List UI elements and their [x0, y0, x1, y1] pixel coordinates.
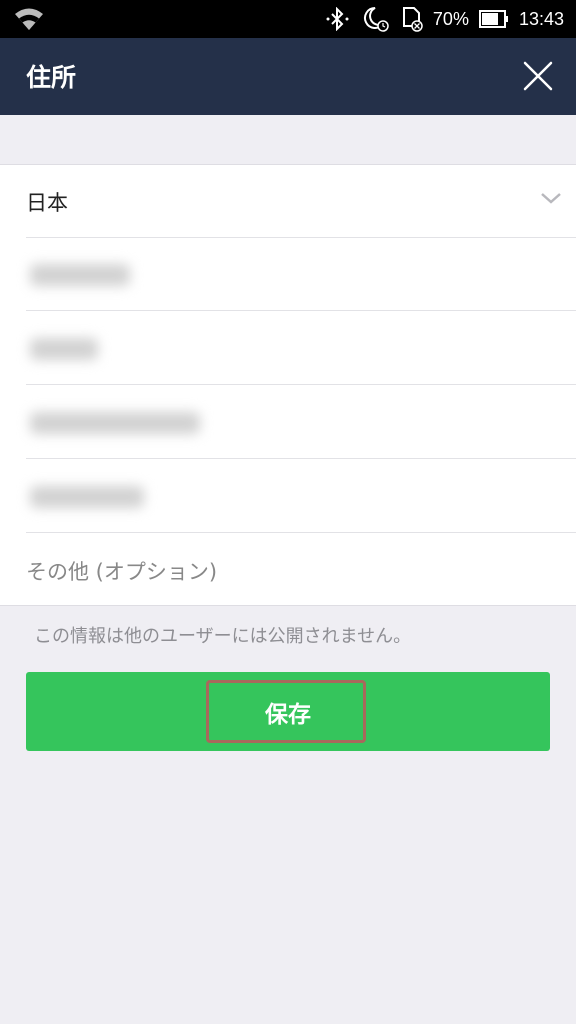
- chevron-down-icon: [541, 193, 561, 204]
- prefecture-field[interactable]: [26, 312, 576, 385]
- redacted-street: [30, 486, 144, 508]
- page-title: 住所: [26, 63, 77, 92]
- sim-card-icon: [402, 7, 423, 32]
- redacted-prefecture: [30, 338, 98, 360]
- battery-icon: [478, 10, 508, 28]
- street-field[interactable]: [26, 460, 576, 533]
- save-button[interactable]: 保存: [26, 672, 550, 751]
- address-form: 日本 その他 (オプション): [0, 164, 576, 606]
- night-mode-alarm-icon: [363, 7, 389, 32]
- privacy-notice: この情報は他のユーザーには公開されません。: [34, 626, 412, 647]
- close-icon[interactable]: [520, 58, 556, 94]
- bluetooth-icon: [326, 7, 349, 31]
- battery-percentage: 70%: [432, 8, 469, 29]
- wifi-icon: [15, 8, 43, 30]
- app-header: 住所: [0, 38, 576, 115]
- country-select[interactable]: 日本: [26, 165, 576, 238]
- status-bar: 70% 13:43: [0, 0, 576, 38]
- city-field[interactable]: [26, 386, 576, 459]
- clock-time: 13:43: [518, 8, 564, 29]
- redacted-city: [30, 412, 200, 434]
- country-value: 日本: [26, 191, 68, 215]
- postal-code-field[interactable]: [26, 238, 576, 311]
- redacted-postal-code: [30, 264, 130, 286]
- highlight-box: [206, 680, 366, 743]
- other-placeholder: その他 (オプション): [26, 560, 218, 584]
- other-field[interactable]: その他 (オプション): [26, 534, 576, 607]
